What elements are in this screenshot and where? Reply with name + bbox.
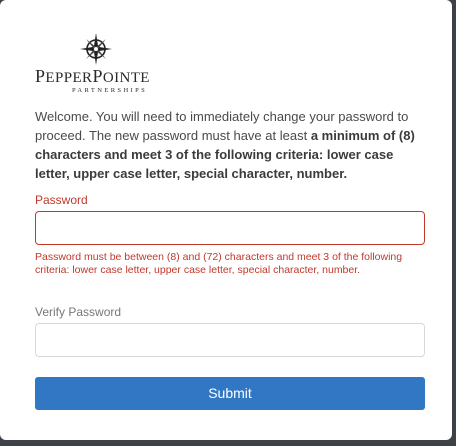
password-error-message: Password must be between (8) and (72) ch… — [35, 251, 403, 276]
password-label: Password — [35, 193, 88, 207]
instructions-text: Welcome. You will need to immediately ch… — [35, 109, 415, 181]
password-field[interactable] — [35, 211, 425, 245]
verify-password-field[interactable] — [35, 323, 425, 357]
logo-subtitle: PARTNERSHIPS — [72, 87, 148, 94]
verify-password-label: Verify Password — [35, 305, 122, 319]
submit-button[interactable]: Submit — [35, 377, 425, 410]
logo-wordmark: PEPPERPOINTE — [35, 66, 150, 86]
login-card: PEPPERPOINTE PARTNERSHIPS Welcome. You w… — [0, 0, 452, 440]
company-logo: PEPPERPOINTE PARTNERSHIPS — [35, 32, 165, 96]
compass-rose-icon — [80, 33, 112, 65]
